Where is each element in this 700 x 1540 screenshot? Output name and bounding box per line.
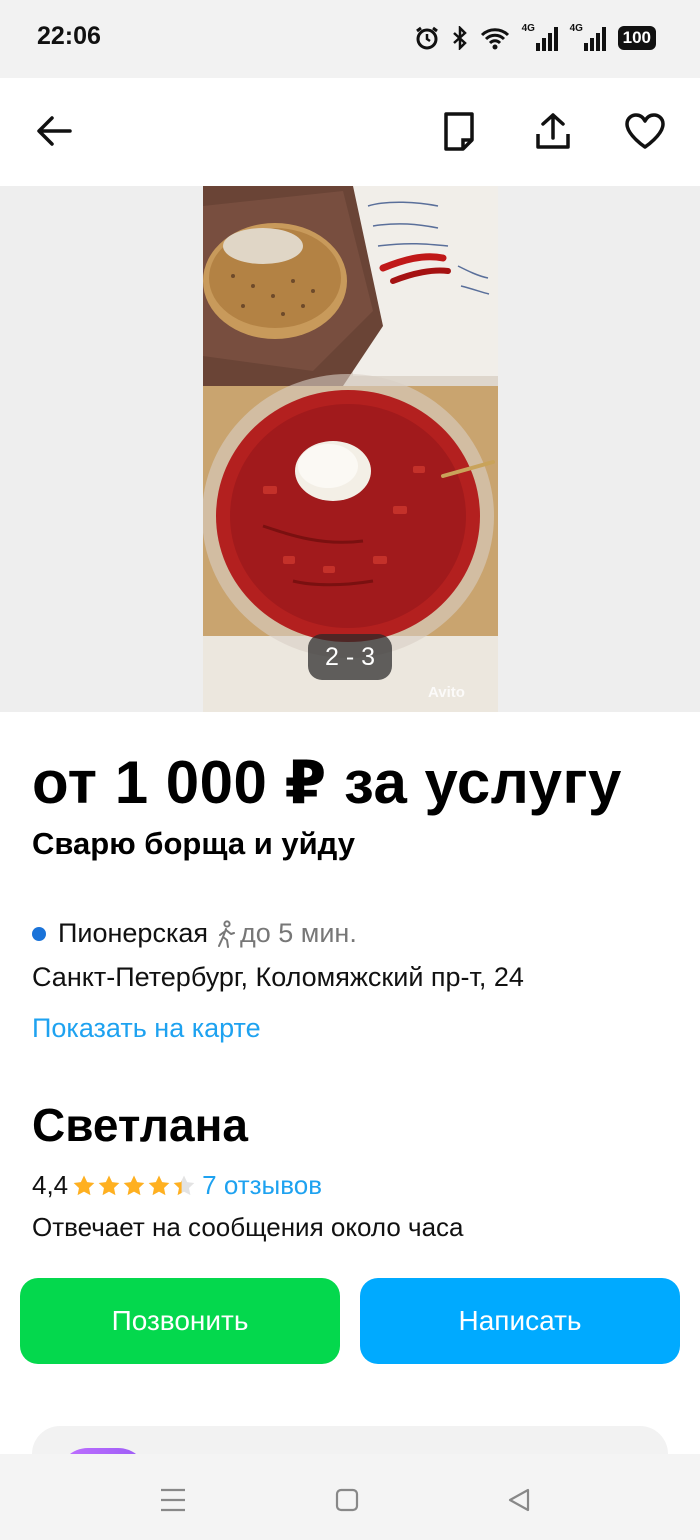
status-bar: 22:06 4G 4G 100 [0,0,700,78]
reviews-link[interactable]: 7 отзывов [202,1170,322,1201]
wifi-icon [480,26,510,50]
rating-stars [72,1174,196,1198]
metro-station: Пионерская [58,918,208,948]
status-icons: 4G 4G 100 [414,22,656,54]
recent-apps-button[interactable] [153,1480,193,1520]
back-arrow-icon [37,116,72,146]
show-on-map-link[interactable]: Показать на карте [32,1013,261,1044]
system-back-button[interactable] [499,1480,539,1520]
star-icon [73,1175,95,1195]
listing-title: Сварю борща и уйду [32,826,355,861]
photo-gallery[interactable]: 2 - 3 Avito [0,186,700,712]
walking-person-icon [218,919,235,948]
status-time: 22:06 [37,22,101,50]
system-nav-bar [0,1454,700,1540]
favorite-button[interactable] [622,108,668,154]
battery-icon: 100 [617,26,656,50]
signal-icon: 4G [570,23,606,51]
metro-walk-time: до 5 мин. [216,918,357,949]
share-icon [536,113,570,149]
back-triangle-icon [508,1488,530,1512]
alarm-icon [414,25,440,51]
call-button[interactable]: Позвонить [20,1278,340,1364]
seller-rating: 4,4 7 отзывов [32,1170,322,1201]
address: Санкт-Петербург, Коломяжский пр-т, 24 [32,962,524,992]
star-icon [123,1175,145,1195]
avito-watermark: Avito [428,684,465,701]
star-icon [148,1175,170,1195]
heart-icon [625,113,665,149]
photo-counter: 2 - 3 [308,634,392,680]
metro-info: Пионерская до 5 мин. [32,918,357,949]
signal-icon: 4G [522,23,558,51]
home-button[interactable] [327,1480,367,1520]
star-icon [98,1175,120,1195]
bluetooth-icon [452,26,468,50]
share-button[interactable] [530,108,576,154]
menu-icon [161,1488,185,1512]
price: от 1 000 ₽ за услугу [32,749,622,816]
reply-time: Отвечает на сообщения около часа [32,1212,464,1242]
note-icon [444,112,474,151]
note-button[interactable] [436,108,482,154]
seller-name[interactable]: Светлана [32,1098,248,1152]
star-icon [173,1175,195,1195]
back-button[interactable] [31,108,77,154]
write-button[interactable]: Написать [360,1278,680,1364]
metro-line-dot [32,926,46,941]
home-square-icon [335,1488,359,1512]
top-app-bar [0,78,700,186]
rating-value: 4,4 [32,1170,69,1200]
